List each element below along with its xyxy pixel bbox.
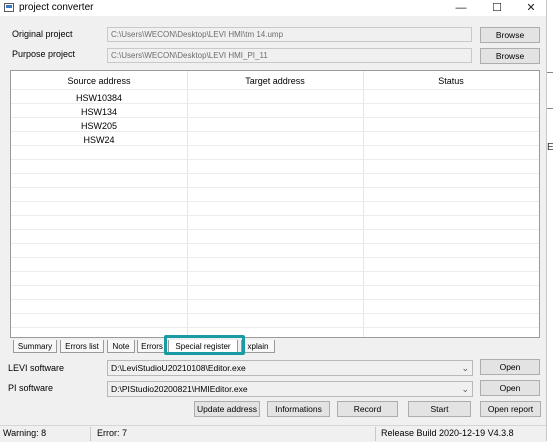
- row-line: [11, 299, 539, 300]
- row-line: [11, 215, 539, 216]
- maximize-button[interactable]: ☐: [480, 0, 514, 16]
- row-line: [11, 145, 539, 146]
- row-line: [11, 159, 539, 160]
- background-window-text: E: [547, 142, 553, 153]
- tab-summary[interactable]: Summary: [13, 340, 57, 353]
- open-pi-button[interactable]: Open: [480, 380, 540, 396]
- purpose-project-label: Purpose project: [12, 49, 76, 59]
- browse-original-button[interactable]: Browse: [480, 27, 540, 43]
- levi-software-label: LEVI software: [8, 363, 65, 373]
- address-table: Source address Target address Status HSW…: [10, 70, 540, 338]
- row-line: [11, 285, 539, 286]
- warning-count: Warning: 8: [3, 428, 47, 438]
- background-window-edge: [547, 72, 553, 73]
- bottom-tabs: Summary Errors list Note Errors Special …: [0, 338, 546, 355]
- status-divider: [375, 427, 376, 441]
- table-row[interactable]: HSW205: [11, 121, 187, 131]
- pi-software-label: PI software: [8, 383, 54, 393]
- window-title: project converter: [19, 2, 94, 13]
- header-target-address[interactable]: Target address: [187, 76, 363, 86]
- close-button[interactable]: ✕: [514, 0, 548, 16]
- app-icon: [4, 3, 14, 12]
- row-line: [11, 229, 539, 230]
- levi-software-select[interactable]: D:\LeviStudioU20210108\Editor.exe ⌄: [107, 360, 473, 376]
- pi-software-path: D:\PIStudio20200821\HMIEditor.exe: [111, 384, 248, 394]
- chevron-down-icon: ⌄: [461, 384, 469, 394]
- record-button[interactable]: Record: [337, 401, 398, 417]
- error-count: Error: 7: [97, 428, 128, 438]
- informations-button[interactable]: Informations: [267, 401, 330, 417]
- row-line: [11, 131, 539, 132]
- chevron-down-icon: ⌄: [461, 363, 469, 373]
- row-line: [11, 103, 539, 104]
- column-divider: [363, 71, 364, 337]
- tab-errors[interactable]: Errors: [137, 340, 167, 353]
- row-line: [11, 117, 539, 118]
- original-project-field[interactable]: C:\Users\WECON\Desktop\LEVI HMI\tm 14.um…: [107, 27, 472, 42]
- release-build: Release Build 2020-12-19 V4.3.8: [381, 428, 514, 438]
- row-line: [11, 187, 539, 188]
- header-status[interactable]: Status: [363, 76, 539, 86]
- project-converter-window: project converter — ☐ ✕ Original project…: [0, 0, 547, 442]
- open-report-button[interactable]: Open report: [480, 401, 541, 417]
- status-divider: [90, 427, 91, 441]
- purpose-project-field[interactable]: C:\Users\WECON\Desktop\LEVI HMI_PI_11: [107, 48, 472, 63]
- title-bar: project converter — ☐ ✕: [0, 0, 546, 16]
- row-line: [11, 89, 539, 90]
- open-levi-button[interactable]: Open: [480, 359, 540, 375]
- minimize-button[interactable]: —: [444, 0, 478, 16]
- start-button[interactable]: Start: [408, 401, 471, 417]
- table-row[interactable]: HSW24: [11, 135, 187, 145]
- table-row[interactable]: HSW10384: [11, 93, 187, 103]
- levi-software-path: D:\LeviStudioU20210108\Editor.exe: [111, 363, 246, 373]
- original-project-label: Original project: [12, 29, 73, 39]
- row-line: [11, 257, 539, 258]
- tab-note[interactable]: Note: [107, 340, 135, 353]
- status-bar: Warning: 8 Error: 7 Release Build 2020-1…: [0, 425, 546, 442]
- row-line: [11, 201, 539, 202]
- row-line: [11, 271, 539, 272]
- row-line: [11, 313, 539, 314]
- tab-explain[interactable]: xplain: [241, 340, 275, 353]
- background-window-edge: [547, 108, 553, 109]
- update-address-button[interactable]: Update address: [194, 401, 260, 417]
- row-line: [11, 243, 539, 244]
- table-row[interactable]: HSW134: [11, 107, 187, 117]
- row-line: [11, 327, 539, 328]
- row-line: [11, 173, 539, 174]
- pi-software-select[interactable]: D:\PIStudio20200821\HMIEditor.exe ⌄: [107, 381, 473, 397]
- browse-purpose-button[interactable]: Browse: [480, 48, 540, 64]
- header-source-address[interactable]: Source address: [11, 76, 187, 86]
- tab-errors-list[interactable]: Errors list: [60, 340, 104, 353]
- tab-highlight-box: [164, 335, 245, 355]
- column-divider: [187, 71, 188, 337]
